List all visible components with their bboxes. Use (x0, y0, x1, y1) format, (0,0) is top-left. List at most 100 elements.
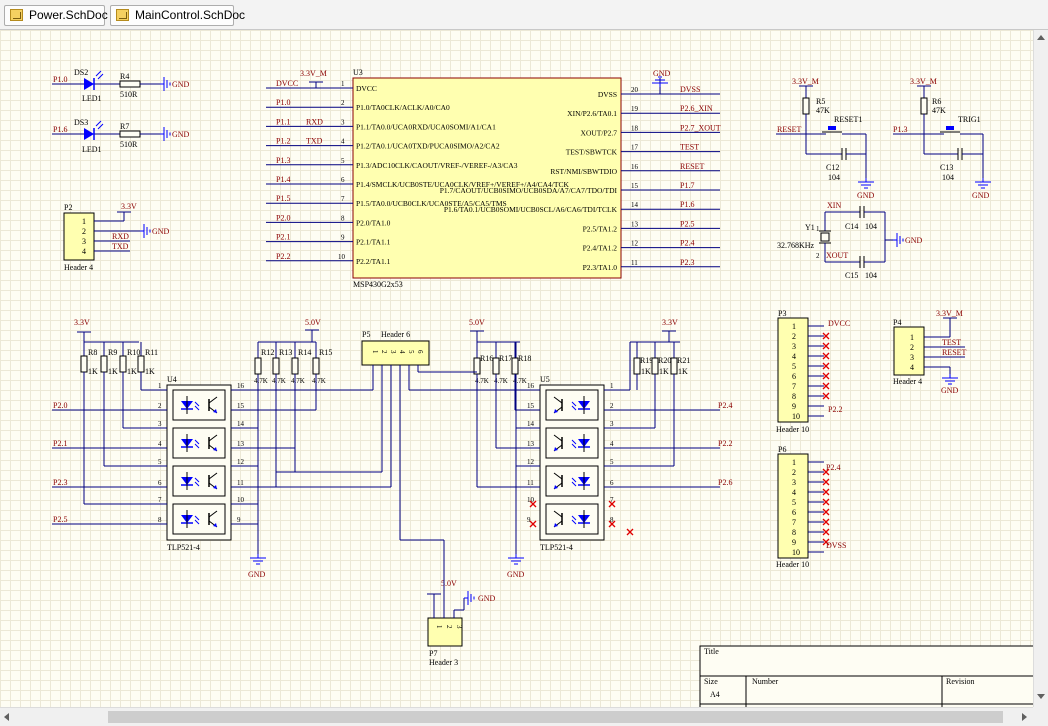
pin-number: 1 (341, 80, 345, 88)
pin-number: 2 (910, 343, 914, 352)
pin-number: 4 (341, 138, 345, 146)
pin-number: 1 (82, 217, 86, 226)
chip-value: TLP521-4 (540, 543, 573, 552)
pin-number: 3 (610, 420, 614, 428)
connector-ref: P5 (362, 330, 370, 339)
pin-number: 13 (631, 220, 639, 228)
tab-label: Power.SchDoc (29, 8, 108, 22)
connector-value: Header 10 (776, 425, 809, 434)
net-label: P1.2 (276, 137, 290, 146)
connector-ref: P2 (64, 203, 72, 212)
led-ds3-circuit[interactable]: P1.6 DS3 LED1 R7 510R GND (52, 118, 190, 154)
resistor-ref: R11 (145, 348, 158, 357)
connector-ref: P6 (778, 445, 786, 454)
pin-number: 3 (910, 353, 914, 362)
resistor-value: 1K (659, 367, 669, 376)
pin-number: 10 (792, 412, 800, 421)
connector-p5[interactable]: P5 Header 6 1 2 3 4 5 6 (361, 330, 430, 366)
net-label: P1.5 (276, 194, 290, 203)
net-label: P2.1 (276, 233, 290, 242)
scroll-up-icon[interactable] (1037, 35, 1045, 40)
number-label: Number (752, 677, 779, 686)
pin-number: 12 (237, 458, 245, 466)
net-label: P1.0 (53, 75, 67, 84)
connector-ref: P7 (429, 649, 437, 658)
connector-p3[interactable]: P3 Header 10 12345678910 DVCC P2.2 (776, 309, 850, 434)
pin-number: 14 (631, 201, 639, 209)
led-ds2-circuit[interactable]: P1.0 DS2 LED1 R4 510R GND (52, 68, 190, 103)
mcu-u3[interactable]: U3 MSP430G2x53 3.3V_M GND DVCC 1 DVCC P1.0/… (266, 68, 721, 289)
net-label: TXD (112, 242, 129, 251)
pin-number: 3 (455, 625, 463, 629)
pin-number: 1 (435, 625, 443, 629)
switch-ref: RESET1 (834, 115, 862, 124)
net-label: P2.5 (680, 219, 694, 228)
size-value: A4 (710, 690, 720, 699)
connector-value: Header 4 (893, 377, 922, 386)
connector-p6[interactable]: P6 Header 10 12345678910 P2.4 DVSS (776, 445, 846, 569)
no-connect-icon (626, 528, 634, 536)
horizontal-scroll-thumb[interactable] (108, 711, 1003, 723)
tab-maincontrol-schdoc[interactable]: MainControl.SchDoc (110, 5, 245, 26)
resistor-value: 510R (120, 140, 138, 149)
scroll-down-icon[interactable] (1037, 694, 1045, 699)
resistor-value: 47K (816, 106, 830, 115)
schematic-sheet[interactable]: P1.0 DS2 LED1 R4 510R GND P1.6 DS3 LED1 … (0, 30, 1033, 707)
resistor-value: 4.7K (291, 377, 305, 385)
pin-name: P2.3/TA1.0 (583, 263, 618, 272)
resistor-ref: R15 (319, 348, 332, 357)
schematic-canvas[interactable]: P1.0 DS2 LED1 R4 510R GND P1.6 DS3 LED1 … (0, 30, 1033, 707)
net-label: P2.6_XIN (680, 104, 713, 113)
pin-number: 5 (407, 350, 415, 354)
chip-ref: U4 (167, 375, 177, 384)
net-label: P2.0 (276, 213, 290, 222)
scroll-right-icon[interactable] (1022, 713, 1027, 721)
connector-value: Header 10 (776, 560, 809, 569)
pin-number: 1 (371, 350, 379, 354)
scroll-left-icon[interactable] (4, 713, 9, 721)
p5-wiring (258, 365, 520, 541)
power-label: 3.3V_M (300, 69, 327, 78)
net-label: TXD (306, 137, 323, 146)
crystal-circuit[interactable]: XIN Y1 32.768KHz 1 2 XOUT C14 104 C15 10… (777, 201, 923, 280)
horizontal-scrollbar[interactable] (0, 707, 1033, 726)
pin-number: 15 (237, 402, 245, 410)
connector-p4[interactable]: P4 Header 4 1 2 3 4 3.3V_M TEST RESET GN… (893, 309, 967, 395)
connector-ref: P3 (778, 309, 786, 318)
pin-number: 4 (398, 350, 406, 354)
pin-number: 8 (158, 516, 162, 524)
vertical-scrollbar[interactable] (1033, 30, 1048, 707)
reset-circuit[interactable]: 3.3V_M R5 47K RESET RESET1 C12 104 GND (776, 77, 875, 200)
switch-ref: TRIG1 (958, 115, 981, 124)
tab-power-schdoc[interactable]: Power.SchDoc (4, 5, 108, 26)
optocoupler-u5[interactable]: U5 TLP521-4 5.0V GND 3.3V R164.7KR174.7K… (469, 318, 732, 579)
pin-number: 2 (792, 332, 796, 341)
pin-name: P2.0/TA1.0 (356, 218, 391, 227)
schematic-document-icon (10, 9, 23, 21)
pin-name: P1.2/TA0.1/UCA0TXD/PUCA0SIMO/A2/CA2 (356, 142, 500, 151)
gnd-label: GND (941, 386, 959, 395)
trig-circuit[interactable]: 3.3V_M R6 47K P1.3 TRIG1 C13 104 GND (893, 77, 992, 200)
resistor-value: 1K (88, 367, 98, 376)
gnd-label: GND (152, 227, 170, 236)
pin-number: 2 (816, 252, 820, 260)
power-label: 5.0V (441, 579, 457, 588)
connector-value: Header 6 (381, 330, 410, 339)
pin-number: 6 (610, 479, 614, 487)
resistor-ref: R21 (677, 356, 690, 365)
connector-ref: P4 (893, 318, 901, 327)
connector-p7[interactable]: P7 Header 3 1 2 3 5.0V GND (427, 540, 496, 667)
pin-number: 12 (527, 458, 535, 466)
connector-p2[interactable]: P2 Header 4 1 2 3 4 3.3V GND RXD TXD (63, 202, 170, 272)
net-label: P2.4 (680, 239, 694, 248)
resistor-ref: R4 (120, 72, 129, 81)
net-label: P2.3 (680, 258, 694, 267)
connector-value: Header 3 (429, 658, 458, 667)
pin-number: 6 (792, 508, 796, 517)
pin-number: 9 (792, 402, 796, 411)
pin-number: 8 (792, 528, 796, 537)
optocoupler-u4[interactable]: U4 TLP521-4 3.3V R81KR91KR101KR111K12345… (52, 318, 332, 579)
net-label: P2.4 (718, 401, 732, 410)
pin-number: 2 (82, 227, 86, 236)
resistor-value: 1K (145, 367, 155, 376)
